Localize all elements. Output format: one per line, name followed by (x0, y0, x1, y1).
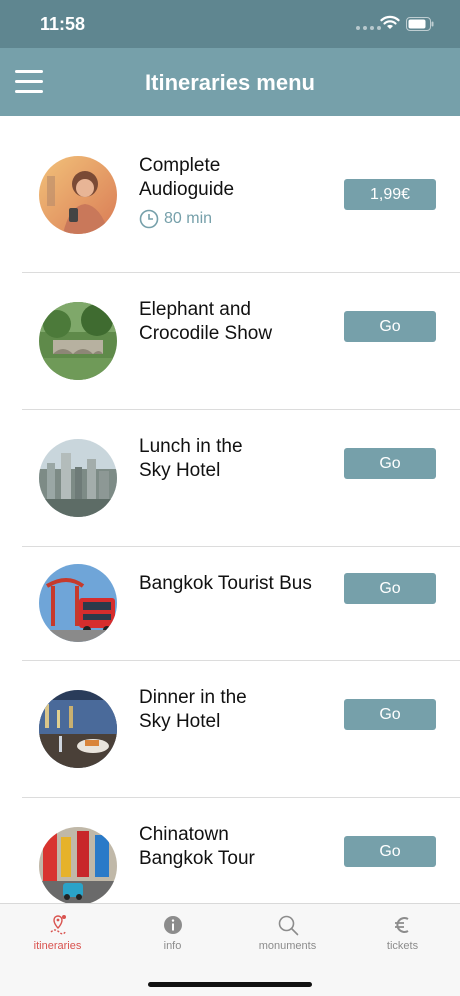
go-button[interactable]: Go (344, 573, 436, 604)
duration: 80 min (139, 209, 212, 229)
status-bar: 11:58 (0, 0, 460, 48)
battery-icon (406, 17, 434, 31)
list-item-elephant-show[interactable]: Elephant and Crocodile Show Go (0, 273, 460, 410)
map-pin-icon (50, 915, 67, 935)
list-item-chinatown-tour[interactable]: Chinatown Bangkok Tour Go (0, 798, 460, 905)
thumbnail-image (39, 156, 117, 234)
tab-tickets[interactable]: tickets (345, 904, 460, 964)
item-title: Dinner in the Sky Hotel (139, 687, 247, 732)
tab-label: monuments (258, 940, 317, 952)
item-title: Complete Audioguide (139, 155, 235, 200)
info-icon (164, 916, 182, 934)
thumbnail-image (39, 564, 117, 642)
go-button[interactable]: Go (344, 699, 436, 730)
thumbnail-image (39, 302, 117, 380)
go-button[interactable]: Go (344, 311, 436, 342)
go-button[interactable]: Go (344, 448, 436, 479)
go-button[interactable]: Go (344, 836, 436, 867)
list-item-tourist-bus[interactable]: Bangkok Tourist Bus Go (0, 547, 460, 661)
tab-monuments[interactable]: monuments (230, 904, 345, 964)
tab-info[interactable]: info (115, 904, 230, 964)
list-item-lunch-sky-hotel[interactable]: Lunch in the Sky Hotel Go (0, 410, 460, 547)
thumbnail-image (39, 827, 117, 905)
thumbnail-image (39, 690, 117, 768)
duration-text: 80 min (164, 210, 213, 227)
item-title: Elephant and Crocodile Show (139, 299, 273, 344)
home-indicator (148, 982, 312, 987)
signal-icon (356, 26, 381, 30)
tab-label: tickets (386, 940, 419, 952)
buy-button[interactable]: 1,99€ (344, 179, 436, 210)
list-item-complete-audioguide[interactable]: Complete Audioguide 80 min 1,99€ (0, 116, 460, 273)
search-icon (278, 915, 299, 936)
item-title: Bangkok Tourist Bus (139, 573, 312, 594)
euro-icon (395, 917, 409, 933)
tab-label: itineraries (33, 940, 82, 952)
status-time: 11:58 (40, 14, 86, 34)
clock-icon (139, 209, 159, 229)
thumbnail-image (39, 439, 117, 517)
wifi-icon (380, 15, 400, 29)
list-item-dinner-sky-hotel[interactable]: Dinner in the Sky Hotel Go (0, 661, 460, 798)
item-title: Chinatown Bangkok Tour (139, 824, 255, 869)
item-title: Lunch in the Sky Hotel (139, 436, 243, 481)
tab-label: info (163, 940, 182, 952)
page-title: Itineraries menu (145, 70, 315, 95)
tab-itineraries[interactable]: itineraries (0, 904, 115, 964)
